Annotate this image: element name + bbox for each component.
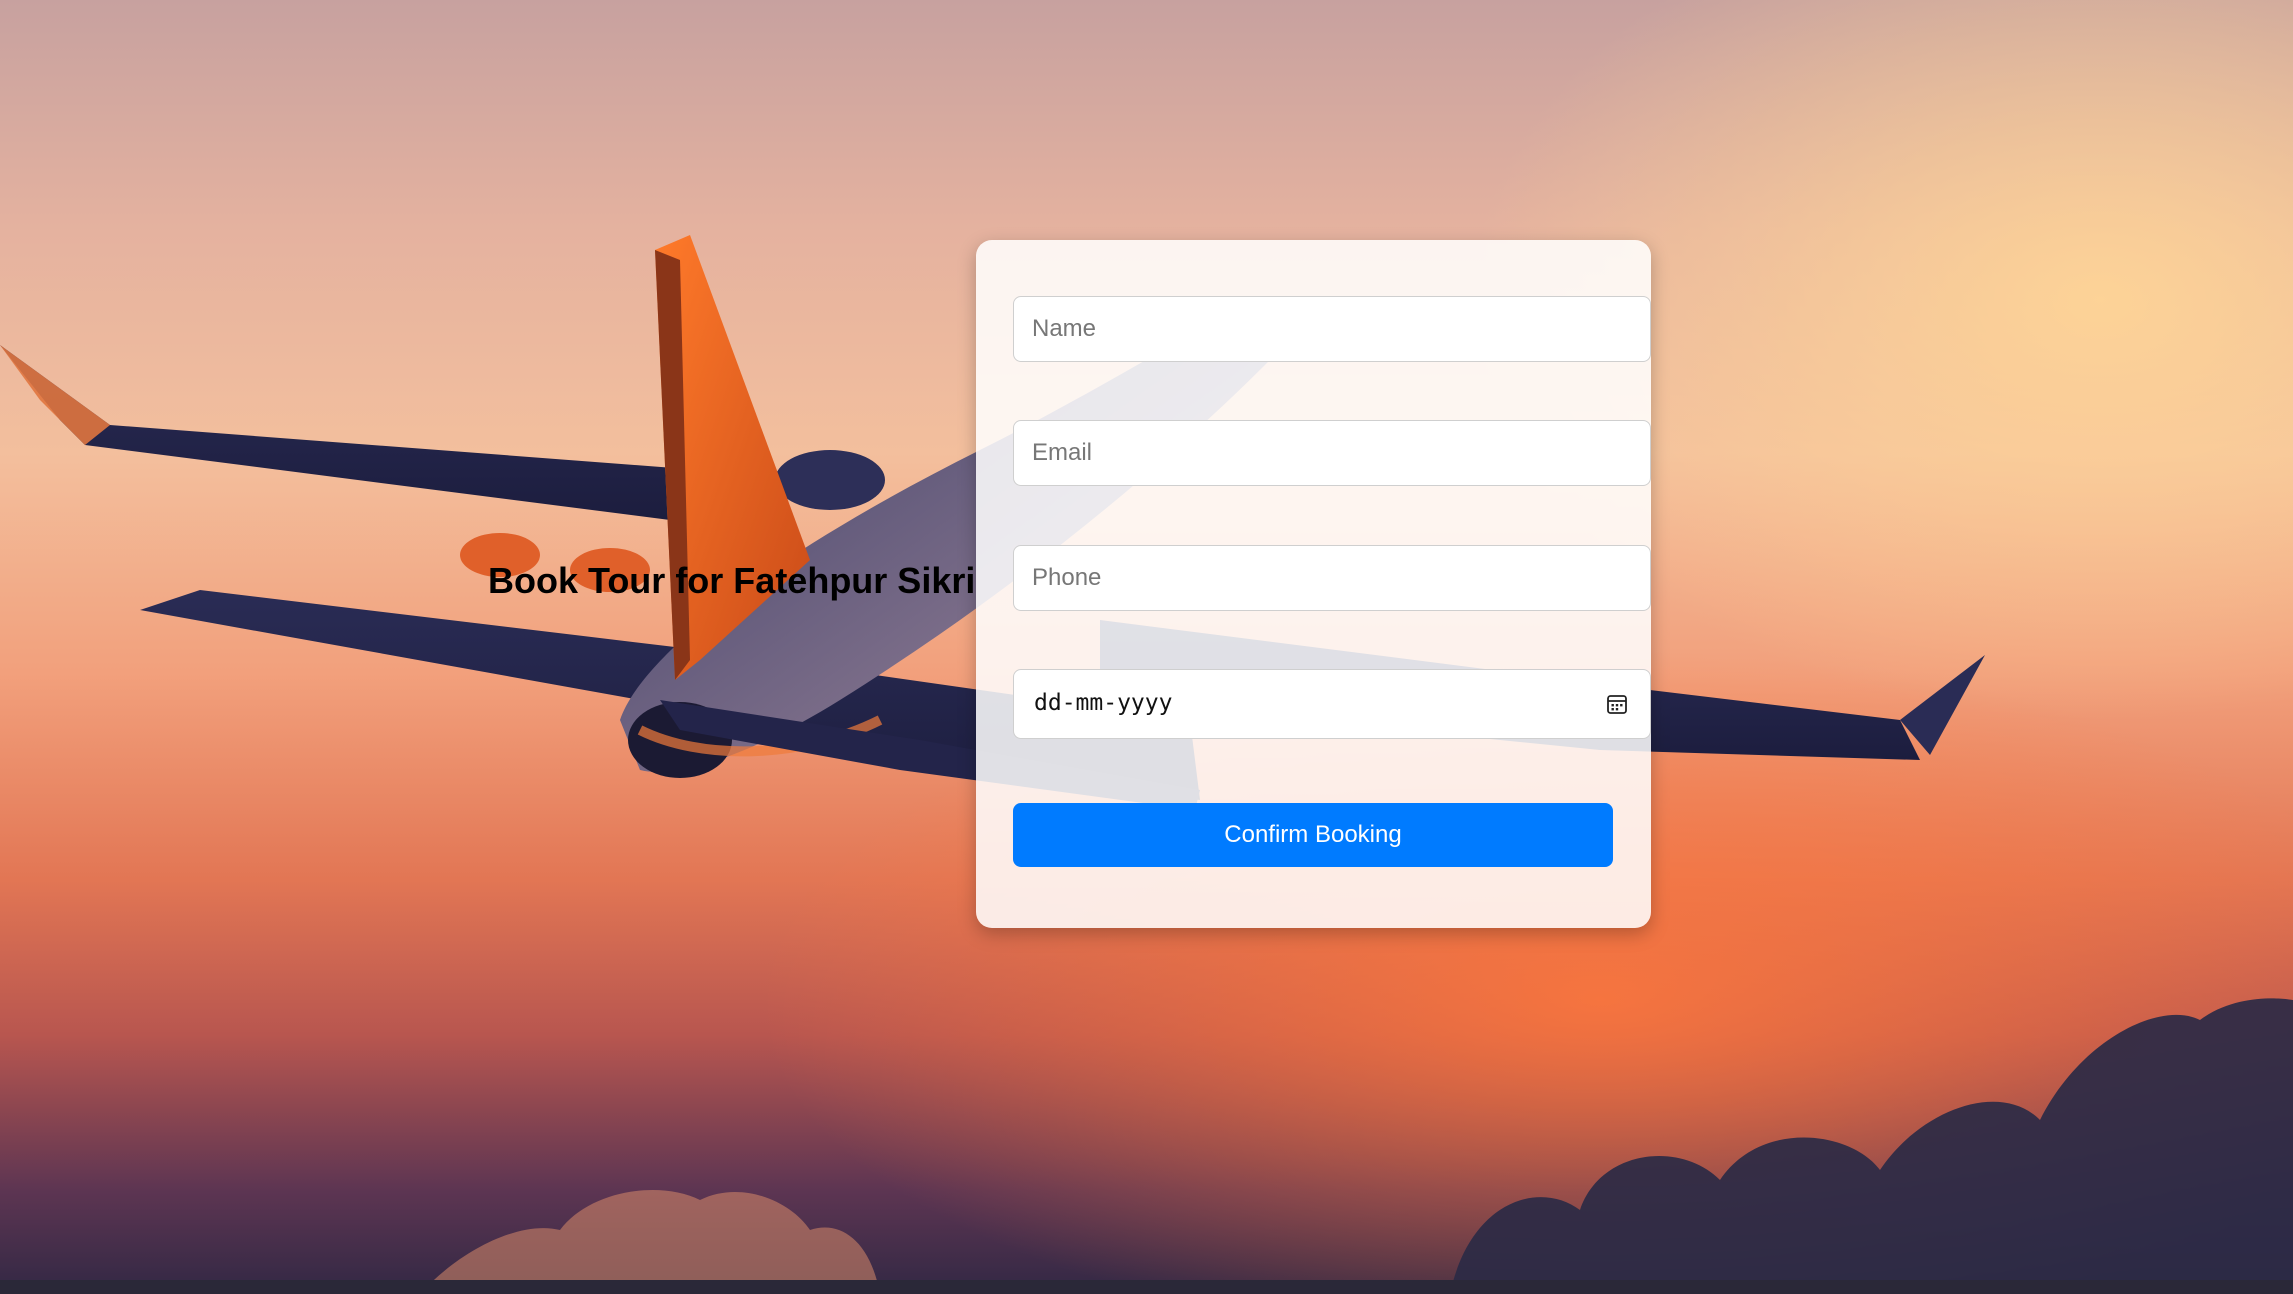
date-input-placeholder: dd-mm-yyyy [1034,690,1173,716]
page-title: Book Tour for Fatehpur Sikri [488,560,976,601]
booking-form: dd-mm-yyyy Confirm Booking [976,240,1651,928]
calendar-icon[interactable] [1606,693,1628,715]
email-input[interactable] [1013,420,1651,486]
confirm-booking-button[interactable]: Confirm Booking [1013,803,1613,867]
page-background: Book Tour for Fatehpur Sikri dd-mm-yyyy … [0,0,2293,1294]
name-input[interactable] [1013,296,1651,362]
date-input[interactable]: dd-mm-yyyy [1013,669,1651,739]
phone-input[interactable] [1013,545,1651,611]
